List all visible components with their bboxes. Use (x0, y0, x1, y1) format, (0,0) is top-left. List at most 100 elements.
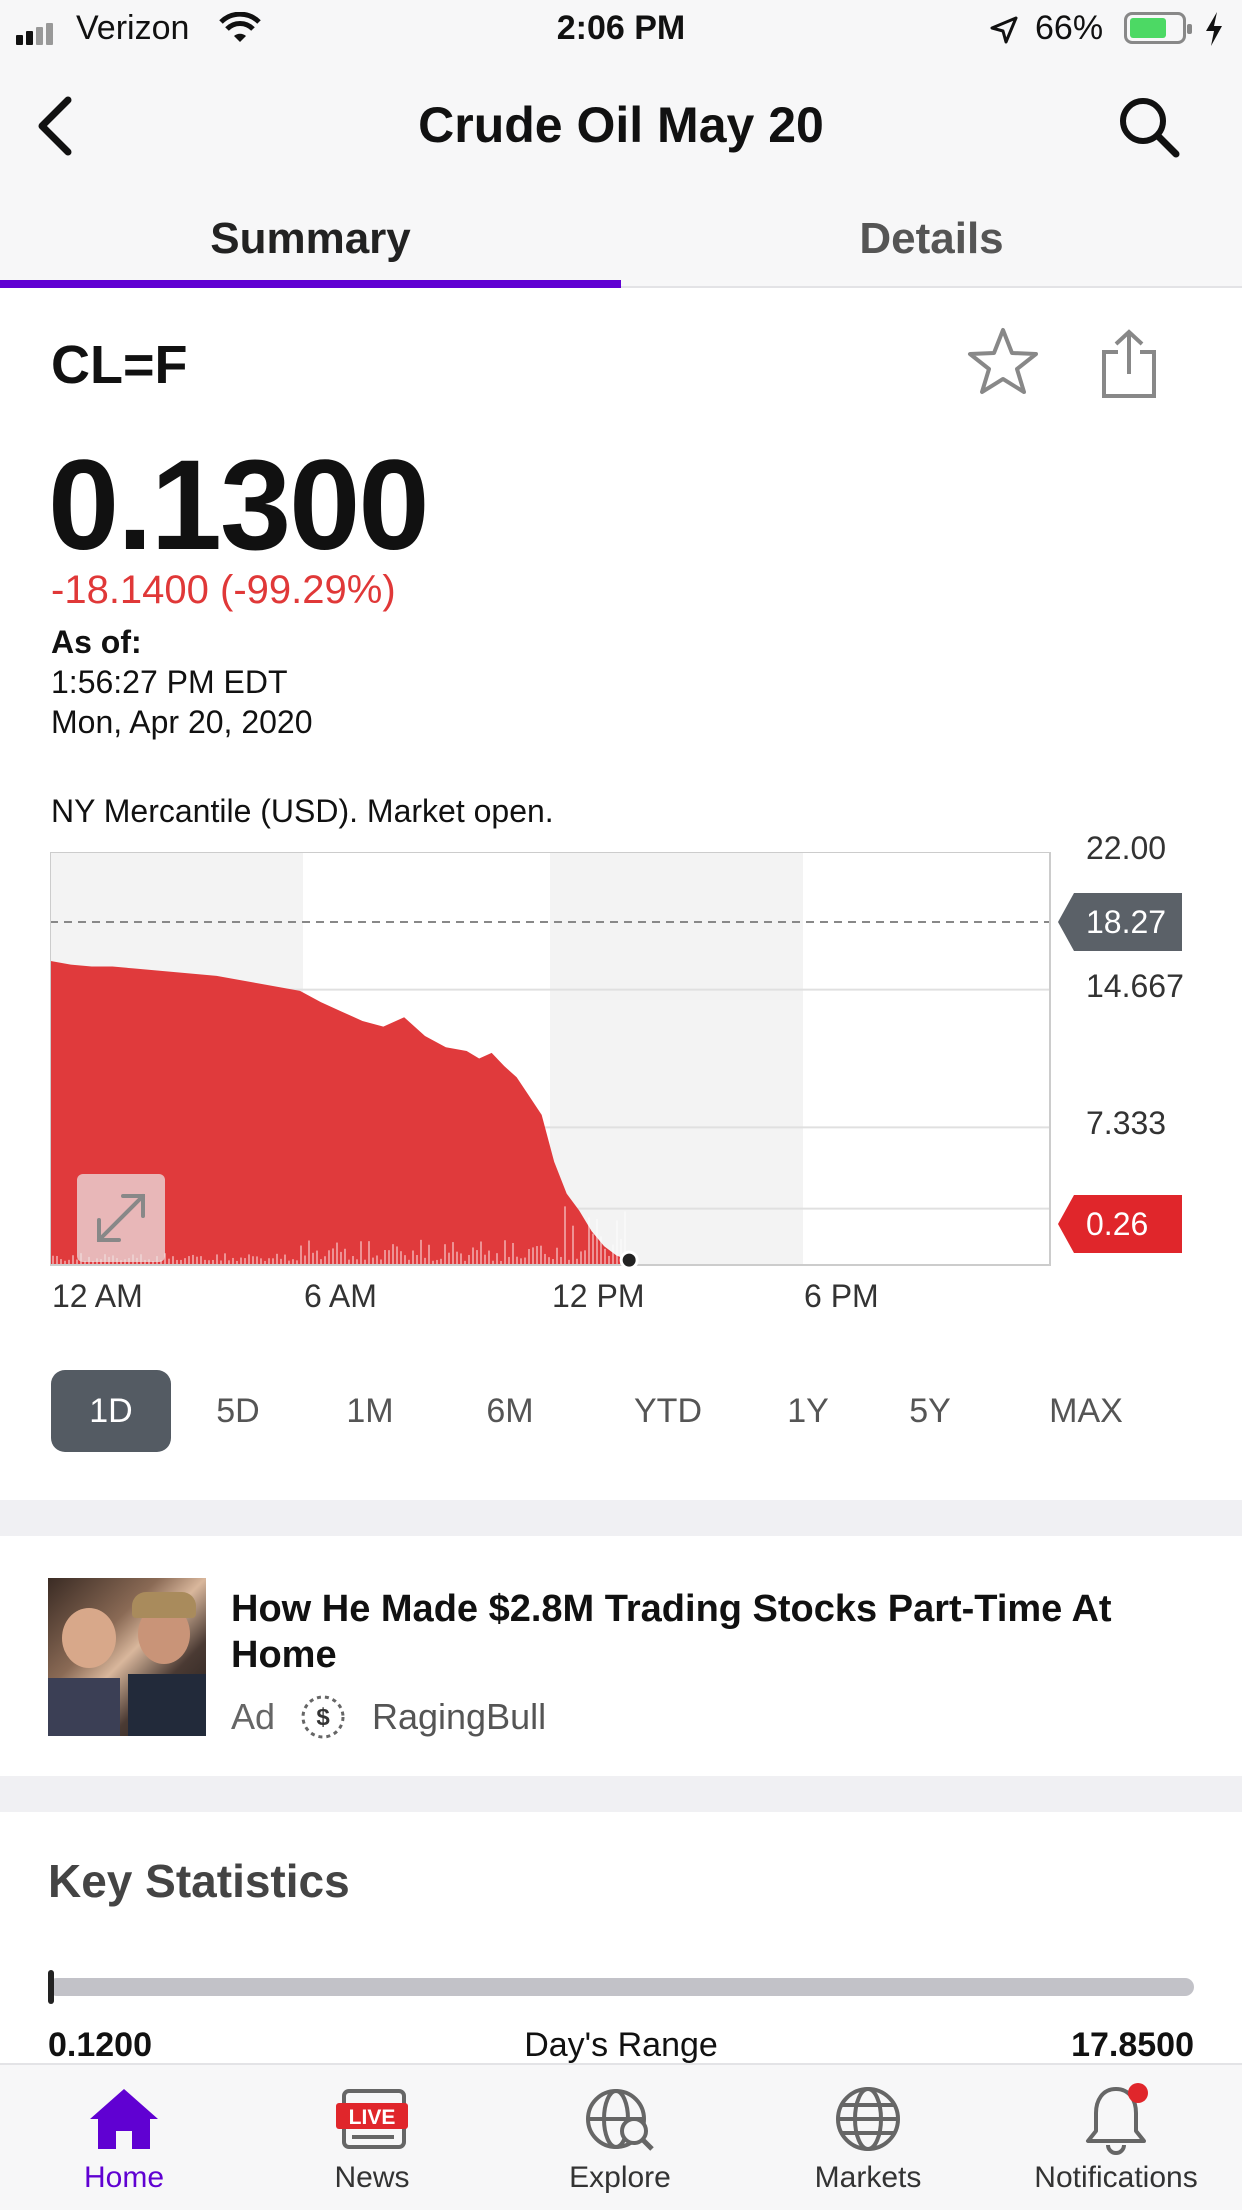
range-max-button[interactable]: MAX (1036, 1370, 1136, 1452)
last-price-dot (619, 1250, 639, 1270)
bell-icon (1086, 2083, 1148, 2155)
volume-bar (452, 1242, 454, 1265)
volume-bar (472, 1247, 474, 1265)
ad-card[interactable]: How He Made $2.8M Trading Stocks Part-Ti… (0, 1536, 1242, 1776)
tab-news-label: News (334, 2161, 410, 2194)
volume-bar (276, 1253, 278, 1265)
price-change: -18.1400 (-99.29%) (51, 568, 396, 612)
volume-bar (444, 1244, 446, 1265)
volume-bar (360, 1241, 362, 1265)
tab-notifications-label: Notifications (1034, 2161, 1198, 2194)
volume-bar (484, 1254, 486, 1265)
expand-arrows-icon (97, 1194, 145, 1242)
search-icon[interactable] (1116, 94, 1182, 160)
volume-bar (196, 1256, 198, 1265)
volume-bar (304, 1255, 306, 1265)
volume-bar (284, 1254, 286, 1265)
volume-bar (372, 1257, 374, 1265)
volume-bar (560, 1256, 562, 1265)
range-1y-button[interactable]: 1Y (760, 1370, 856, 1452)
tab-news[interactable]: LIVE News (248, 2065, 496, 2210)
days-range-marker (48, 1970, 54, 2004)
price-chart[interactable] (49, 851, 1052, 1270)
volume-bar (368, 1241, 370, 1265)
volume-bar (584, 1250, 586, 1265)
volume-bar (392, 1244, 394, 1265)
svg-text:LIVE: LIVE (349, 2106, 396, 2129)
volume-bar (200, 1256, 202, 1265)
volume-bar (324, 1256, 326, 1265)
volume-bar (448, 1252, 450, 1265)
volume-bar (332, 1248, 334, 1265)
volume-bar (56, 1255, 58, 1265)
charging-bolt-icon (1206, 12, 1222, 46)
explore-globe-icon (586, 2089, 654, 2151)
tab-explore[interactable]: Explore (496, 2065, 744, 2210)
notification-dot (1128, 2083, 1148, 2103)
volume-bar (272, 1258, 274, 1265)
segment-tabs: Summary Details (0, 190, 1242, 288)
share-icon[interactable] (1096, 328, 1162, 400)
volume-bar (244, 1258, 246, 1265)
volume-bar (468, 1254, 470, 1265)
expand-chart-button[interactable] (77, 1174, 165, 1262)
volume-bar (520, 1258, 522, 1265)
market-info: NY Mercantile (USD). Market open. (51, 793, 554, 829)
range-1m-button[interactable]: 1M (322, 1370, 418, 1452)
x-tick-label: 6 PM (804, 1278, 879, 1314)
tab-markets[interactable]: Markets (744, 2065, 992, 2210)
tab-summary[interactable]: Summary (0, 214, 621, 264)
volume-bar (564, 1206, 566, 1265)
svg-text:$: $ (316, 1704, 330, 1731)
tab-explore-label: Explore (569, 2161, 671, 2194)
band-midday (550, 852, 803, 1265)
as-of-label: As of: (51, 624, 142, 660)
volume-bar (456, 1251, 458, 1265)
star-watchlist-icon[interactable] (966, 326, 1040, 396)
volume-bar (524, 1257, 526, 1265)
home-icon (90, 2089, 158, 2149)
location-arrow-icon (990, 16, 1018, 44)
active-tab-indicator (0, 280, 621, 288)
navigation-bar: Crude Oil May 20 (0, 60, 1242, 190)
status-bar: Verizon 2:06 PM 66% (0, 0, 1242, 60)
volume-bar (376, 1255, 378, 1265)
volume-bar (544, 1253, 546, 1265)
volume-bar (616, 1220, 618, 1265)
section-divider (0, 1776, 1242, 1812)
range-1d-button[interactable]: 1D (51, 1370, 171, 1452)
volume-bar (516, 1256, 518, 1265)
days-range-bar (48, 1970, 1194, 2004)
volume-bar (480, 1241, 482, 1265)
volume-bar (192, 1254, 194, 1265)
volume-bar (536, 1246, 538, 1265)
range-5y-button[interactable]: 5Y (882, 1370, 978, 1452)
volume-bar (460, 1253, 462, 1265)
range-5d-button[interactable]: 5D (190, 1370, 286, 1452)
volume-bar (340, 1251, 342, 1265)
ad-thumbnail (48, 1578, 206, 1736)
volume-bar (184, 1258, 186, 1265)
as-of-time: 1:56:27 PM EDT (51, 664, 288, 700)
volume-bar (604, 1248, 606, 1265)
volume-bar (532, 1247, 534, 1265)
volume-bar (488, 1250, 490, 1265)
days-range-high: 17.8500 (1071, 2026, 1194, 2064)
ad-advertiser[interactable]: RagingBull (372, 1696, 546, 1738)
ad-label: Ad (231, 1696, 276, 1737)
volume-bar (312, 1252, 314, 1265)
x-tick-label: 12 AM (52, 1278, 143, 1314)
volume-bar (188, 1256, 190, 1265)
tab-notifications[interactable]: Notifications (992, 2065, 1240, 2210)
range-6m-button[interactable]: 6M (462, 1370, 558, 1452)
current-price: 0.1300 (48, 434, 429, 577)
volume-bar (596, 1219, 598, 1265)
range-ytd-button[interactable]: YTD (620, 1370, 716, 1452)
ad-title[interactable]: How He Made $2.8M Trading Stocks Part-Ti… (231, 1586, 1131, 1678)
x-tick-label: 12 PM (552, 1278, 645, 1314)
volume-bar (428, 1244, 430, 1265)
tab-home[interactable]: Home (0, 2065, 248, 2210)
tab-details[interactable]: Details (621, 214, 1242, 264)
volume-bar (256, 1256, 258, 1265)
volume-bar (496, 1253, 498, 1265)
